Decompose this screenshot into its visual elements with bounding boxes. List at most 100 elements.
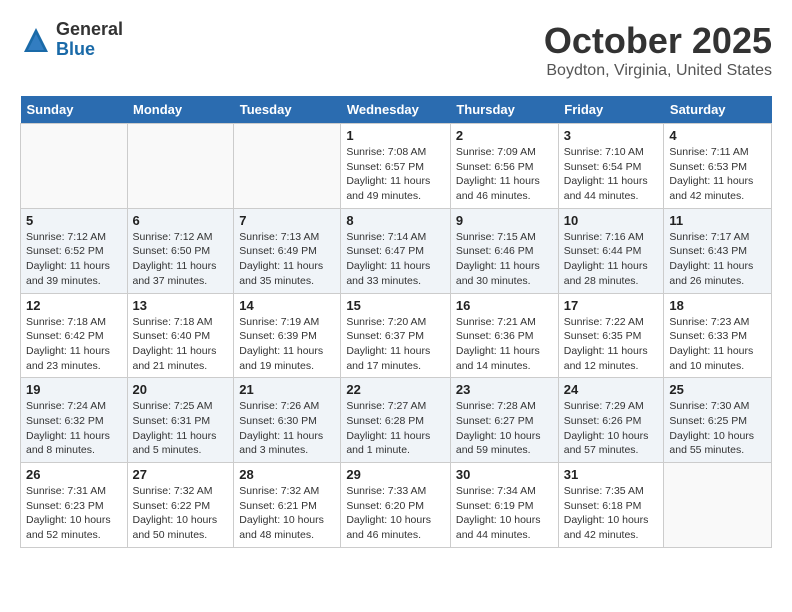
day-number: 22 xyxy=(346,382,445,397)
day-info: Sunrise: 7:32 AM Sunset: 6:21 PM Dayligh… xyxy=(239,484,335,543)
month-title: October 2025 xyxy=(544,20,772,62)
day-cell xyxy=(234,124,341,209)
day-cell: 17 Sunrise: 7:22 AM Sunset: 6:35 PM Dayli… xyxy=(558,293,664,378)
location: Boydton, Virginia, United States xyxy=(544,62,772,80)
day-number: 10 xyxy=(564,213,659,228)
day-info: Sunrise: 7:15 AM Sunset: 6:46 PM Dayligh… xyxy=(456,230,553,289)
day-info: Sunrise: 7:26 AM Sunset: 6:30 PM Dayligh… xyxy=(239,399,335,458)
week-row-3: 12Sunrise: 7:18 AM Sunset: 6:42 PM Dayli… xyxy=(21,293,772,378)
day-header-friday: Friday xyxy=(558,96,664,124)
logo-general: General xyxy=(56,20,123,40)
day-cell: 18 Sunrise: 7:23 AM Sunset: 6:33 PM Dayli… xyxy=(664,293,772,378)
day-cell: 12Sunrise: 7:18 AM Sunset: 6:42 PM Dayli… xyxy=(21,293,128,378)
day-info: Sunrise: 7:30 AM Sunset: 6:25 PM Dayligh… xyxy=(669,399,766,458)
day-info: Sunrise: 7:10 AM Sunset: 6:54 PM Dayligh… xyxy=(564,145,659,204)
day-info: Sunrise: 7:21 AM Sunset: 6:36 PM Dayligh… xyxy=(456,315,553,374)
day-cell: 23 Sunrise: 7:28 AM Sunset: 6:27 PM Dayli… xyxy=(450,378,558,463)
day-header-row: SundayMondayTuesdayWednesdayThursdayFrid… xyxy=(21,96,772,124)
day-number: 29 xyxy=(346,467,445,482)
day-info: Sunrise: 7:17 AM Sunset: 6:43 PM Dayligh… xyxy=(669,230,766,289)
day-cell: 11Sunrise: 7:17 AM Sunset: 6:43 PM Dayli… xyxy=(664,208,772,293)
day-cell: 24 Sunrise: 7:29 AM Sunset: 6:26 PM Dayli… xyxy=(558,378,664,463)
day-info: Sunrise: 7:09 AM Sunset: 6:56 PM Dayligh… xyxy=(456,145,553,204)
logo-blue: Blue xyxy=(56,40,123,60)
day-number: 20 xyxy=(133,382,229,397)
page-header: General Blue October 2025 Boydton, Virgi… xyxy=(20,20,772,80)
day-info: Sunrise: 7:08 AM Sunset: 6:57 PM Dayligh… xyxy=(346,145,445,204)
day-header-wednesday: Wednesday xyxy=(341,96,451,124)
day-info: Sunrise: 7:27 AM Sunset: 6:28 PM Dayligh… xyxy=(346,399,445,458)
day-number: 9 xyxy=(456,213,553,228)
day-number: 23 xyxy=(456,382,553,397)
day-info: Sunrise: 7:20 AM Sunset: 6:37 PM Dayligh… xyxy=(346,315,445,374)
title-area: October 2025 Boydton, Virginia, United S… xyxy=(544,20,772,80)
day-cell: 28 Sunrise: 7:32 AM Sunset: 6:21 PM Dayli… xyxy=(234,463,341,548)
day-number: 31 xyxy=(564,467,659,482)
day-number: 5 xyxy=(26,213,122,228)
day-cell: 20 Sunrise: 7:25 AM Sunset: 6:31 PM Dayli… xyxy=(127,378,234,463)
day-header-sunday: Sunday xyxy=(21,96,128,124)
day-info: Sunrise: 7:14 AM Sunset: 6:47 PM Dayligh… xyxy=(346,230,445,289)
calendar-table: SundayMondayTuesdayWednesdayThursdayFrid… xyxy=(20,96,772,548)
day-number: 28 xyxy=(239,467,335,482)
day-info: Sunrise: 7:11 AM Sunset: 6:53 PM Dayligh… xyxy=(669,145,766,204)
day-info: Sunrise: 7:28 AM Sunset: 6:27 PM Dayligh… xyxy=(456,399,553,458)
day-cell: 4 Sunrise: 7:11 AM Sunset: 6:53 PM Daylig… xyxy=(664,124,772,209)
day-cell: 19 Sunrise: 7:24 AM Sunset: 6:32 PM Dayli… xyxy=(21,378,128,463)
day-number: 2 xyxy=(456,128,553,143)
day-number: 3 xyxy=(564,128,659,143)
week-row-5: 26Sunrise: 7:31 AM Sunset: 6:23 PM Dayli… xyxy=(21,463,772,548)
day-header-thursday: Thursday xyxy=(450,96,558,124)
day-info: Sunrise: 7:23 AM Sunset: 6:33 PM Dayligh… xyxy=(669,315,766,374)
day-info: Sunrise: 7:33 AM Sunset: 6:20 PM Dayligh… xyxy=(346,484,445,543)
day-number: 30 xyxy=(456,467,553,482)
day-cell: 16 Sunrise: 7:21 AM Sunset: 6:36 PM Dayli… xyxy=(450,293,558,378)
day-cell: 29 Sunrise: 7:33 AM Sunset: 6:20 PM Dayli… xyxy=(341,463,451,548)
day-cell: 15Sunrise: 7:20 AM Sunset: 6:37 PM Dayli… xyxy=(341,293,451,378)
day-info: Sunrise: 7:24 AM Sunset: 6:32 PM Dayligh… xyxy=(26,399,122,458)
day-cell: 7Sunrise: 7:13 AM Sunset: 6:49 PM Daylig… xyxy=(234,208,341,293)
day-cell: 31 Sunrise: 7:35 AM Sunset: 6:18 PM Dayli… xyxy=(558,463,664,548)
day-cell xyxy=(21,124,128,209)
day-info: Sunrise: 7:35 AM Sunset: 6:18 PM Dayligh… xyxy=(564,484,659,543)
day-number: 16 xyxy=(456,298,553,313)
day-cell: 1Sunrise: 7:08 AM Sunset: 6:57 PM Daylig… xyxy=(341,124,451,209)
day-cell: 2 Sunrise: 7:09 AM Sunset: 6:56 PM Daylig… xyxy=(450,124,558,209)
day-header-saturday: Saturday xyxy=(664,96,772,124)
day-cell: 14Sunrise: 7:19 AM Sunset: 6:39 PM Dayli… xyxy=(234,293,341,378)
day-cell: 3 Sunrise: 7:10 AM Sunset: 6:54 PM Daylig… xyxy=(558,124,664,209)
day-cell: 25 Sunrise: 7:30 AM Sunset: 6:25 PM Dayli… xyxy=(664,378,772,463)
day-info: Sunrise: 7:22 AM Sunset: 6:35 PM Dayligh… xyxy=(564,315,659,374)
day-info: Sunrise: 7:16 AM Sunset: 6:44 PM Dayligh… xyxy=(564,230,659,289)
day-number: 25 xyxy=(669,382,766,397)
day-number: 24 xyxy=(564,382,659,397)
day-cell: 6Sunrise: 7:12 AM Sunset: 6:50 PM Daylig… xyxy=(127,208,234,293)
logo-icon xyxy=(20,24,52,56)
day-number: 4 xyxy=(669,128,766,143)
day-number: 13 xyxy=(133,298,229,313)
day-cell: 30 Sunrise: 7:34 AM Sunset: 6:19 PM Dayli… xyxy=(450,463,558,548)
day-number: 8 xyxy=(346,213,445,228)
day-info: Sunrise: 7:29 AM Sunset: 6:26 PM Dayligh… xyxy=(564,399,659,458)
day-cell: 8 Sunrise: 7:14 AM Sunset: 6:47 PM Daylig… xyxy=(341,208,451,293)
day-info: Sunrise: 7:13 AM Sunset: 6:49 PM Dayligh… xyxy=(239,230,335,289)
day-number: 19 xyxy=(26,382,122,397)
day-info: Sunrise: 7:32 AM Sunset: 6:22 PM Dayligh… xyxy=(133,484,229,543)
day-number: 18 xyxy=(669,298,766,313)
day-info: Sunrise: 7:34 AM Sunset: 6:19 PM Dayligh… xyxy=(456,484,553,543)
logo: General Blue xyxy=(20,20,123,60)
day-number: 17 xyxy=(564,298,659,313)
day-cell: 9 Sunrise: 7:15 AM Sunset: 6:46 PM Daylig… xyxy=(450,208,558,293)
day-info: Sunrise: 7:18 AM Sunset: 6:40 PM Dayligh… xyxy=(133,315,229,374)
day-cell: 27Sunrise: 7:32 AM Sunset: 6:22 PM Dayli… xyxy=(127,463,234,548)
day-cell: 22 Sunrise: 7:27 AM Sunset: 6:28 PM Dayli… xyxy=(341,378,451,463)
day-cell xyxy=(127,124,234,209)
day-info: Sunrise: 7:25 AM Sunset: 6:31 PM Dayligh… xyxy=(133,399,229,458)
day-cell xyxy=(664,463,772,548)
day-info: Sunrise: 7:12 AM Sunset: 6:52 PM Dayligh… xyxy=(26,230,122,289)
day-header-tuesday: Tuesday xyxy=(234,96,341,124)
day-number: 6 xyxy=(133,213,229,228)
day-number: 14 xyxy=(239,298,335,313)
day-info: Sunrise: 7:31 AM Sunset: 6:23 PM Dayligh… xyxy=(26,484,122,543)
logo-text: General Blue xyxy=(56,20,123,60)
